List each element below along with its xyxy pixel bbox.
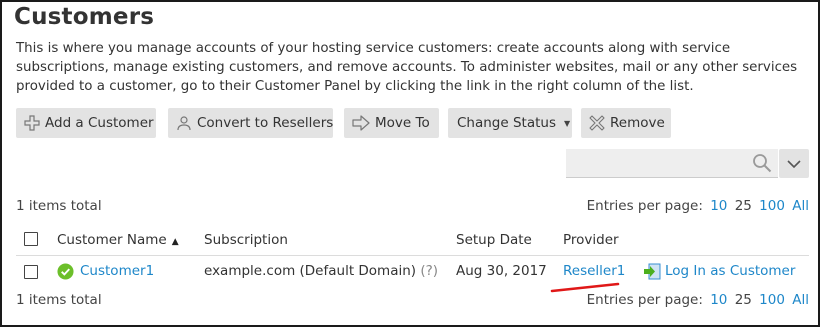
add-customer-button[interactable]: Add a Customer	[16, 108, 156, 138]
subscription-cell: example.com (Default Domain) (?)	[204, 263, 438, 279]
x-icon	[589, 114, 605, 132]
search-icon[interactable]	[752, 153, 772, 177]
entries-per-page-bottom: Entries per page: 10 25 100 All	[587, 292, 809, 308]
customer-name-link[interactable]: Customer1	[80, 263, 154, 279]
page-title: Customers	[14, 4, 155, 30]
arrow-right-icon	[352, 114, 370, 132]
person-icon	[176, 114, 192, 132]
entries-option-10[interactable]: 10	[710, 198, 727, 214]
convert-to-resellers-button[interactable]: Convert to Resellers	[168, 108, 333, 138]
search-options-toggle[interactable]	[779, 149, 809, 178]
chevron-down-icon	[787, 159, 801, 168]
sort-ascending-icon: ▲	[171, 237, 179, 247]
change-status-button[interactable]: Change Status ▼	[448, 108, 572, 138]
change-status-label: Change Status	[457, 115, 556, 131]
entries-per-page-label: Entries per page:	[586, 198, 703, 214]
entries-per-page-top: Entries per page: 10 25 100 All	[587, 198, 809, 214]
entries-option-100[interactable]: 100	[759, 198, 785, 214]
setup-date-cell: Aug 30, 2017	[456, 263, 547, 279]
column-header-setup-date[interactable]: Setup Date	[456, 232, 532, 248]
column-header-customer-name[interactable]: Customer Name ▲	[57, 232, 179, 248]
entries-option-all[interactable]: All	[792, 198, 809, 214]
entries-option-25[interactable]: 25	[735, 198, 752, 214]
subscription-text: example.com (Default Domain)	[204, 263, 417, 279]
chevron-down-icon: ▼	[564, 118, 571, 128]
search-input[interactable]	[566, 149, 778, 178]
add-customer-label: Add a Customer	[45, 115, 154, 131]
remove-button[interactable]: Remove	[581, 108, 671, 138]
column-header-label: Customer Name	[57, 232, 167, 248]
plus-icon	[24, 114, 40, 132]
subscription-help-hint[interactable]: (?)	[420, 263, 438, 279]
entries-option-100[interactable]: 100	[759, 292, 785, 308]
select-all-checkbox[interactable]	[24, 232, 38, 246]
move-to-label: Move To	[375, 115, 430, 131]
entries-option-25[interactable]: 25	[735, 292, 752, 308]
checkmark-circle-icon	[57, 263, 74, 280]
convert-to-resellers-label: Convert to Resellers	[197, 115, 334, 131]
items-total-top: 1 items total	[16, 198, 102, 214]
header-divider	[16, 255, 809, 256]
row-checkbox[interactable]	[24, 265, 38, 279]
remove-label: Remove	[610, 115, 665, 131]
move-to-button[interactable]: Move To	[344, 108, 439, 138]
items-total-bottom: 1 items total	[16, 292, 102, 308]
entries-per-page-label: Entries per page:	[586, 292, 703, 308]
provider-link[interactable]: Reseller1	[563, 263, 625, 279]
entries-option-all[interactable]: All	[792, 292, 809, 308]
column-header-subscription[interactable]: Subscription	[204, 232, 288, 248]
page-description: This is where you manage accounts of you…	[16, 41, 798, 94]
login-icon[interactable]	[643, 263, 661, 284]
login-as-customer-link[interactable]: Log In as Customer	[665, 263, 795, 279]
column-header-provider[interactable]: Provider	[563, 232, 619, 248]
entries-option-10[interactable]: 10	[710, 292, 727, 308]
